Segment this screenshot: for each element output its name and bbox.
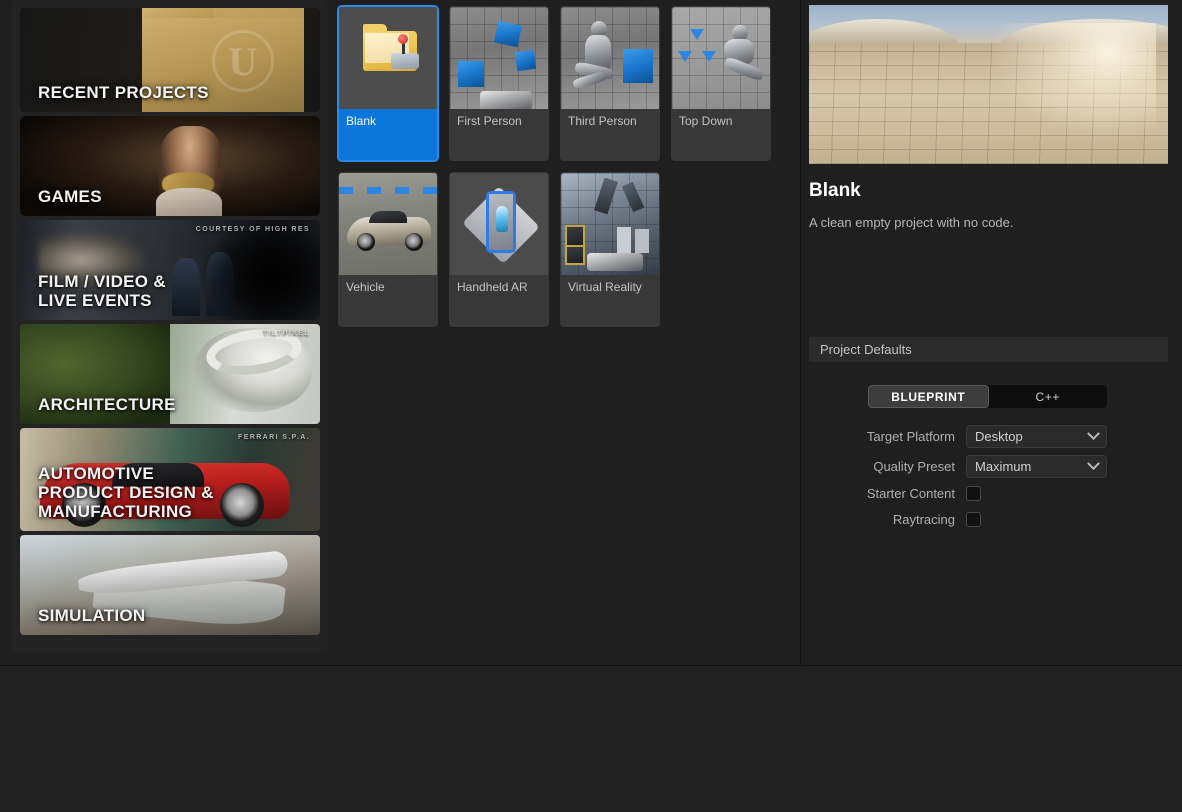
- body-art: [156, 188, 222, 216]
- credit-label: COURTESY OF HIGH RES: [195, 226, 310, 233]
- template-card-label: Third Person: [568, 114, 637, 128]
- target-platform-row: Target Platform Desktop: [836, 425, 1107, 448]
- template-preview-image: [809, 5, 1168, 164]
- cube-art: [623, 49, 653, 83]
- sidebar-item-automotive-product-design-manufacturing[interactable]: FERRARI S.P.A. AUTOMOTIVE PRODUCT DESIGN…: [20, 428, 320, 531]
- phone-screen-art: [489, 194, 513, 250]
- template-card-label: Blank: [346, 114, 377, 128]
- person-art: [172, 258, 200, 316]
- sidebar-item-label: FILM / VIDEO & LIVE EVENTS: [38, 272, 166, 310]
- sidebar-item-label: AUTOMOTIVE PRODUCT DESIGN & MANUFACTURIN…: [38, 464, 214, 521]
- template-thumbnail: [339, 7, 437, 109]
- cube-art: [514, 49, 537, 72]
- joystick-icon: [391, 34, 419, 69]
- sidebar-item-label-line3: MANUFACTURING: [38, 501, 193, 521]
- template-card-top-down[interactable]: Top Down: [671, 6, 771, 161]
- vignette-art: [200, 220, 320, 320]
- vr-crate-art: [565, 225, 585, 247]
- car-wheel-art: [405, 233, 423, 251]
- cube-art: [458, 61, 484, 87]
- capsule-art: [496, 206, 508, 232]
- sidebar-item-film-video-live-events[interactable]: COURTESY OF HIGH RES FILM / VIDEO & LIVE…: [20, 220, 320, 320]
- template-card-blank[interactable]: Blank: [338, 6, 438, 161]
- template-card-label: Virtual Reality: [568, 280, 642, 294]
- unreal-logo-icon: U: [212, 30, 274, 92]
- down-arrow-icon: [690, 29, 704, 40]
- template-card-label: Top Down: [679, 114, 733, 128]
- template-grid-pane: Blank First Person Third Person Top Down…: [332, 0, 798, 665]
- quality-preset-select[interactable]: Maximum: [966, 455, 1107, 478]
- sidebar-item-recent-projects[interactable]: U RECENT PROJECTS: [20, 8, 320, 112]
- credit-label: TILTPIXEL: [262, 330, 310, 337]
- cube-art: [493, 20, 523, 48]
- language-option-cpp[interactable]: C++: [989, 385, 1108, 408]
- detail-panel: Blank A clean empty project with no code…: [800, 0, 1182, 665]
- quality-preset-row: Quality Preset Maximum: [836, 455, 1107, 478]
- template-thumbnail: [450, 7, 548, 109]
- sidebar-item-games[interactable]: GAMES: [20, 116, 320, 216]
- starter-content-label: Starter Content: [866, 486, 955, 501]
- template-card-handheld-ar[interactable]: Handheld AR: [449, 172, 549, 327]
- sidebar-item-label-line1: AUTOMOTIVE: [38, 463, 155, 483]
- car-wheel-art: [357, 233, 375, 251]
- raytracing-label: Raytracing: [892, 512, 955, 527]
- sidebar-item-label-line2: LIVE EVENTS: [38, 290, 152, 310]
- down-arrow-icon: [702, 51, 716, 62]
- template-thumbnail: [561, 173, 659, 275]
- template-thumbnail: [672, 7, 770, 109]
- category-sidebar: U RECENT PROJECTS GAMES COURTESY OF HIGH…: [12, 0, 328, 652]
- project-defaults-label: Project Defaults: [820, 342, 912, 357]
- sidebar-item-label: ARCHITECTURE: [38, 394, 176, 414]
- vr-crate-art: [565, 245, 585, 265]
- bottom-bar: Project Location E:\Unreal Projects Proj…: [0, 666, 1182, 812]
- target-platform-value: Desktop: [975, 429, 1023, 444]
- starter-content-row: Starter Content: [836, 486, 981, 501]
- sidebar-item-label-line2: PRODUCT DESIGN &: [38, 482, 214, 502]
- template-card-virtual-reality[interactable]: Virtual Reality: [560, 172, 660, 327]
- template-card-label: Handheld AR: [457, 280, 528, 294]
- top-region: U RECENT PROJECTS GAMES COURTESY OF HIGH…: [0, 0, 1182, 665]
- template-thumbnail: [339, 173, 437, 275]
- quality-preset-value: Maximum: [975, 459, 1032, 474]
- project-defaults-header: Project Defaults: [809, 337, 1168, 362]
- template-card-label: Vehicle: [346, 280, 385, 294]
- template-card-first-person[interactable]: First Person: [449, 6, 549, 161]
- sidebar-item-architecture[interactable]: TILTPIXEL ARCHITECTURE: [20, 324, 320, 424]
- target-platform-select[interactable]: Desktop: [966, 425, 1107, 448]
- sidebar-item-label: GAMES: [38, 186, 102, 206]
- template-grid: Blank First Person Third Person Top Down…: [332, 0, 798, 327]
- down-arrow-icon: [678, 51, 692, 62]
- target-platform-label: Target Platform: [866, 429, 955, 444]
- template-card-third-person[interactable]: Third Person: [560, 6, 660, 161]
- detail-description: A clean empty project with no code.: [809, 215, 1014, 230]
- template-thumbnail: [561, 7, 659, 109]
- raytracing-row: Raytracing: [836, 512, 981, 527]
- weapon-art: [480, 91, 532, 109]
- sidebar-item-label: SIMULATION: [38, 605, 146, 625]
- unreal-project-browser: U RECENT PROJECTS GAMES COURTESY OF HIGH…: [0, 0, 1182, 812]
- sidebar-item-label: RECENT PROJECTS: [38, 82, 209, 102]
- chevron-down-icon: [1087, 427, 1100, 441]
- language-toggle-group: BLUEPRINT C++: [868, 385, 1107, 408]
- template-card-label: First Person: [457, 114, 522, 128]
- template-card-vehicle[interactable]: Vehicle: [338, 172, 438, 327]
- raytracing-checkbox[interactable]: [966, 512, 981, 527]
- language-option-blueprint[interactable]: BLUEPRINT: [868, 385, 989, 408]
- car-wheel-art: [220, 483, 264, 527]
- credit-label: FERRARI S.P.A.: [238, 434, 310, 441]
- sidebar-item-simulation[interactable]: SIMULATION: [20, 535, 320, 635]
- sun-glow-art: [986, 23, 1156, 143]
- vr-prop-art: [617, 227, 631, 253]
- detail-title: Blank: [809, 180, 861, 201]
- quality-preset-label: Quality Preset: [873, 459, 955, 474]
- sidebar-item-label-line1: FILM / VIDEO &: [38, 271, 166, 291]
- track-stripe-art: [339, 187, 437, 194]
- template-thumbnail: [450, 173, 548, 275]
- vr-prop-art: [635, 229, 649, 253]
- chevron-down-icon: [1087, 457, 1100, 471]
- weapon-art: [587, 253, 643, 271]
- phone-icon: [486, 191, 516, 253]
- starter-content-checkbox[interactable]: [966, 486, 981, 501]
- car-glass-art: [369, 211, 407, 223]
